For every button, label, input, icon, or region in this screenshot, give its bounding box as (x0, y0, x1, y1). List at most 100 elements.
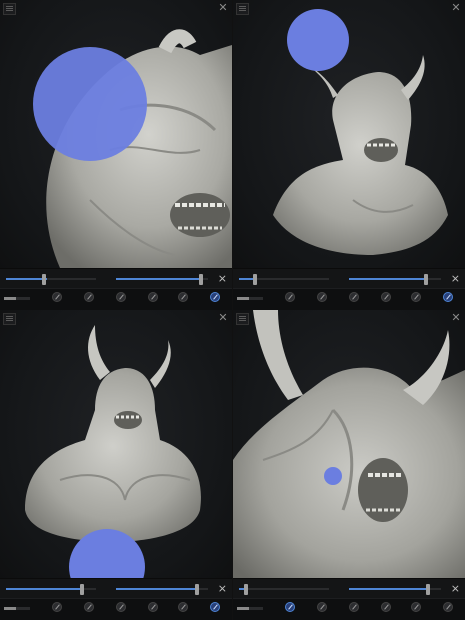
strength-mini-slider[interactable] (237, 297, 263, 300)
tool-button-6-active[interactable] (204, 601, 226, 619)
brush-cursor (324, 467, 342, 485)
brush-icon (178, 292, 188, 302)
tool-button-1[interactable] (279, 291, 301, 309)
brush-slider-bar: ⨯ (0, 268, 232, 289)
brush-icon (317, 292, 327, 302)
tool-button-6-active[interactable] (204, 291, 226, 309)
intensity-slider-knob[interactable] (198, 274, 203, 285)
tool-button-2[interactable] (78, 601, 100, 619)
intensity-slider-knob[interactable] (426, 584, 431, 595)
strength-mini-slider[interactable] (237, 607, 263, 610)
brush-icon (52, 292, 62, 302)
tool-button-5[interactable] (405, 291, 427, 309)
close-icon[interactable]: ✕ (451, 312, 461, 323)
sculpt-viewport[interactable]: ✕ (0, 0, 232, 268)
brush-slider-bar: ⨯ (233, 578, 465, 599)
brush-icon (381, 292, 391, 302)
brush-icon (116, 602, 126, 612)
intensity-slider-knob[interactable] (424, 274, 429, 285)
tool-bar (233, 598, 465, 620)
radius-slider-knob[interactable] (79, 584, 84, 595)
brush-icon (411, 602, 421, 612)
sculpt-viewport[interactable]: ✕ (0, 310, 232, 578)
sculpt-panel-3: ✕ ⨯ (0, 310, 232, 620)
menu-icon[interactable] (3, 313, 16, 325)
brush-icon (148, 602, 158, 612)
tool-button-5[interactable] (405, 601, 427, 619)
radius-slider[interactable] (239, 274, 329, 285)
tool-button-3[interactable] (110, 291, 132, 309)
tool-bar (233, 288, 465, 310)
menu-icon[interactable] (3, 3, 16, 15)
brush-icon (317, 602, 327, 612)
tool-button-2[interactable] (78, 291, 100, 309)
sculpt-viewport[interactable]: ✕ (233, 310, 465, 578)
strength-mini-slider[interactable] (4, 607, 30, 610)
tool-button-2[interactable] (311, 291, 333, 309)
brush-icon (84, 292, 94, 302)
brush-cursor (33, 47, 147, 161)
brush-icon (443, 292, 453, 302)
radius-slider[interactable] (239, 584, 329, 595)
intensity-slider[interactable] (349, 584, 441, 595)
symmetry-icon[interactable]: ⨯ (451, 273, 460, 284)
intensity-slider[interactable] (349, 274, 441, 285)
tool-bar (0, 598, 232, 620)
sculpt-panel-2: ✕ ⨯ (233, 0, 465, 310)
brush-icon (210, 292, 220, 302)
brush-icon (349, 292, 359, 302)
tool-button-6-active[interactable] (437, 291, 459, 309)
close-icon[interactable]: ✕ (218, 312, 228, 323)
tool-button-3[interactable] (343, 291, 365, 309)
brush-icon (285, 292, 295, 302)
tool-button-5[interactable] (172, 601, 194, 619)
sculpt-viewport[interactable]: ✕ (233, 0, 465, 268)
tool-button-1[interactable] (46, 601, 68, 619)
sculpt-model (25, 325, 201, 578)
brush-icon (178, 602, 188, 612)
close-icon[interactable]: ✕ (451, 2, 461, 13)
sculpt-model (233, 310, 465, 578)
tool-button-6[interactable] (437, 601, 459, 619)
brush-cursor (287, 9, 349, 71)
radius-slider[interactable] (6, 584, 96, 595)
brush-icon (116, 292, 126, 302)
tool-button-4[interactable] (142, 291, 164, 309)
brush-slider-bar: ⨯ (0, 578, 232, 599)
brush-icon (84, 602, 94, 612)
tool-button-4[interactable] (142, 601, 164, 619)
strength-mini-slider[interactable] (4, 297, 30, 300)
tool-button-2[interactable] (311, 601, 333, 619)
brush-icon (148, 292, 158, 302)
intensity-slider-knob[interactable] (195, 584, 200, 595)
menu-icon[interactable] (236, 313, 249, 325)
brush-icon (443, 602, 453, 612)
brush-icon (411, 292, 421, 302)
intensity-slider[interactable] (116, 274, 208, 285)
symmetry-icon[interactable]: ⨯ (218, 583, 227, 594)
radius-slider-knob[interactable] (42, 274, 46, 285)
brush-slider-bar: ⨯ (233, 268, 465, 289)
sculpt-model (273, 9, 448, 255)
tool-button-4[interactable] (375, 291, 397, 309)
intensity-slider[interactable] (116, 584, 208, 595)
symmetry-icon[interactable]: ⨯ (451, 583, 460, 594)
symmetry-icon[interactable]: ⨯ (218, 273, 227, 284)
tool-button-5[interactable] (172, 291, 194, 309)
tool-button-1-active[interactable] (279, 601, 301, 619)
sculpt-app-grid: ✕ ⨯ ✕ ⨯ ✕ ⨯ ✕ ⨯ (0, 0, 465, 620)
close-icon[interactable]: ✕ (218, 2, 228, 13)
brush-icon (52, 602, 62, 612)
tool-button-1[interactable] (46, 291, 68, 309)
tool-button-3[interactable] (110, 601, 132, 619)
menu-icon[interactable] (236, 3, 249, 15)
tool-bar (0, 288, 232, 310)
radius-slider-knob[interactable] (244, 584, 249, 595)
tool-button-3[interactable] (343, 601, 365, 619)
brush-icon (210, 602, 220, 612)
radius-slider-knob[interactable] (252, 274, 257, 285)
sculpt-panel-4: ✕ ⨯ (233, 310, 465, 620)
brush-icon (381, 602, 391, 612)
radius-slider[interactable] (6, 274, 96, 285)
tool-button-4[interactable] (375, 601, 397, 619)
